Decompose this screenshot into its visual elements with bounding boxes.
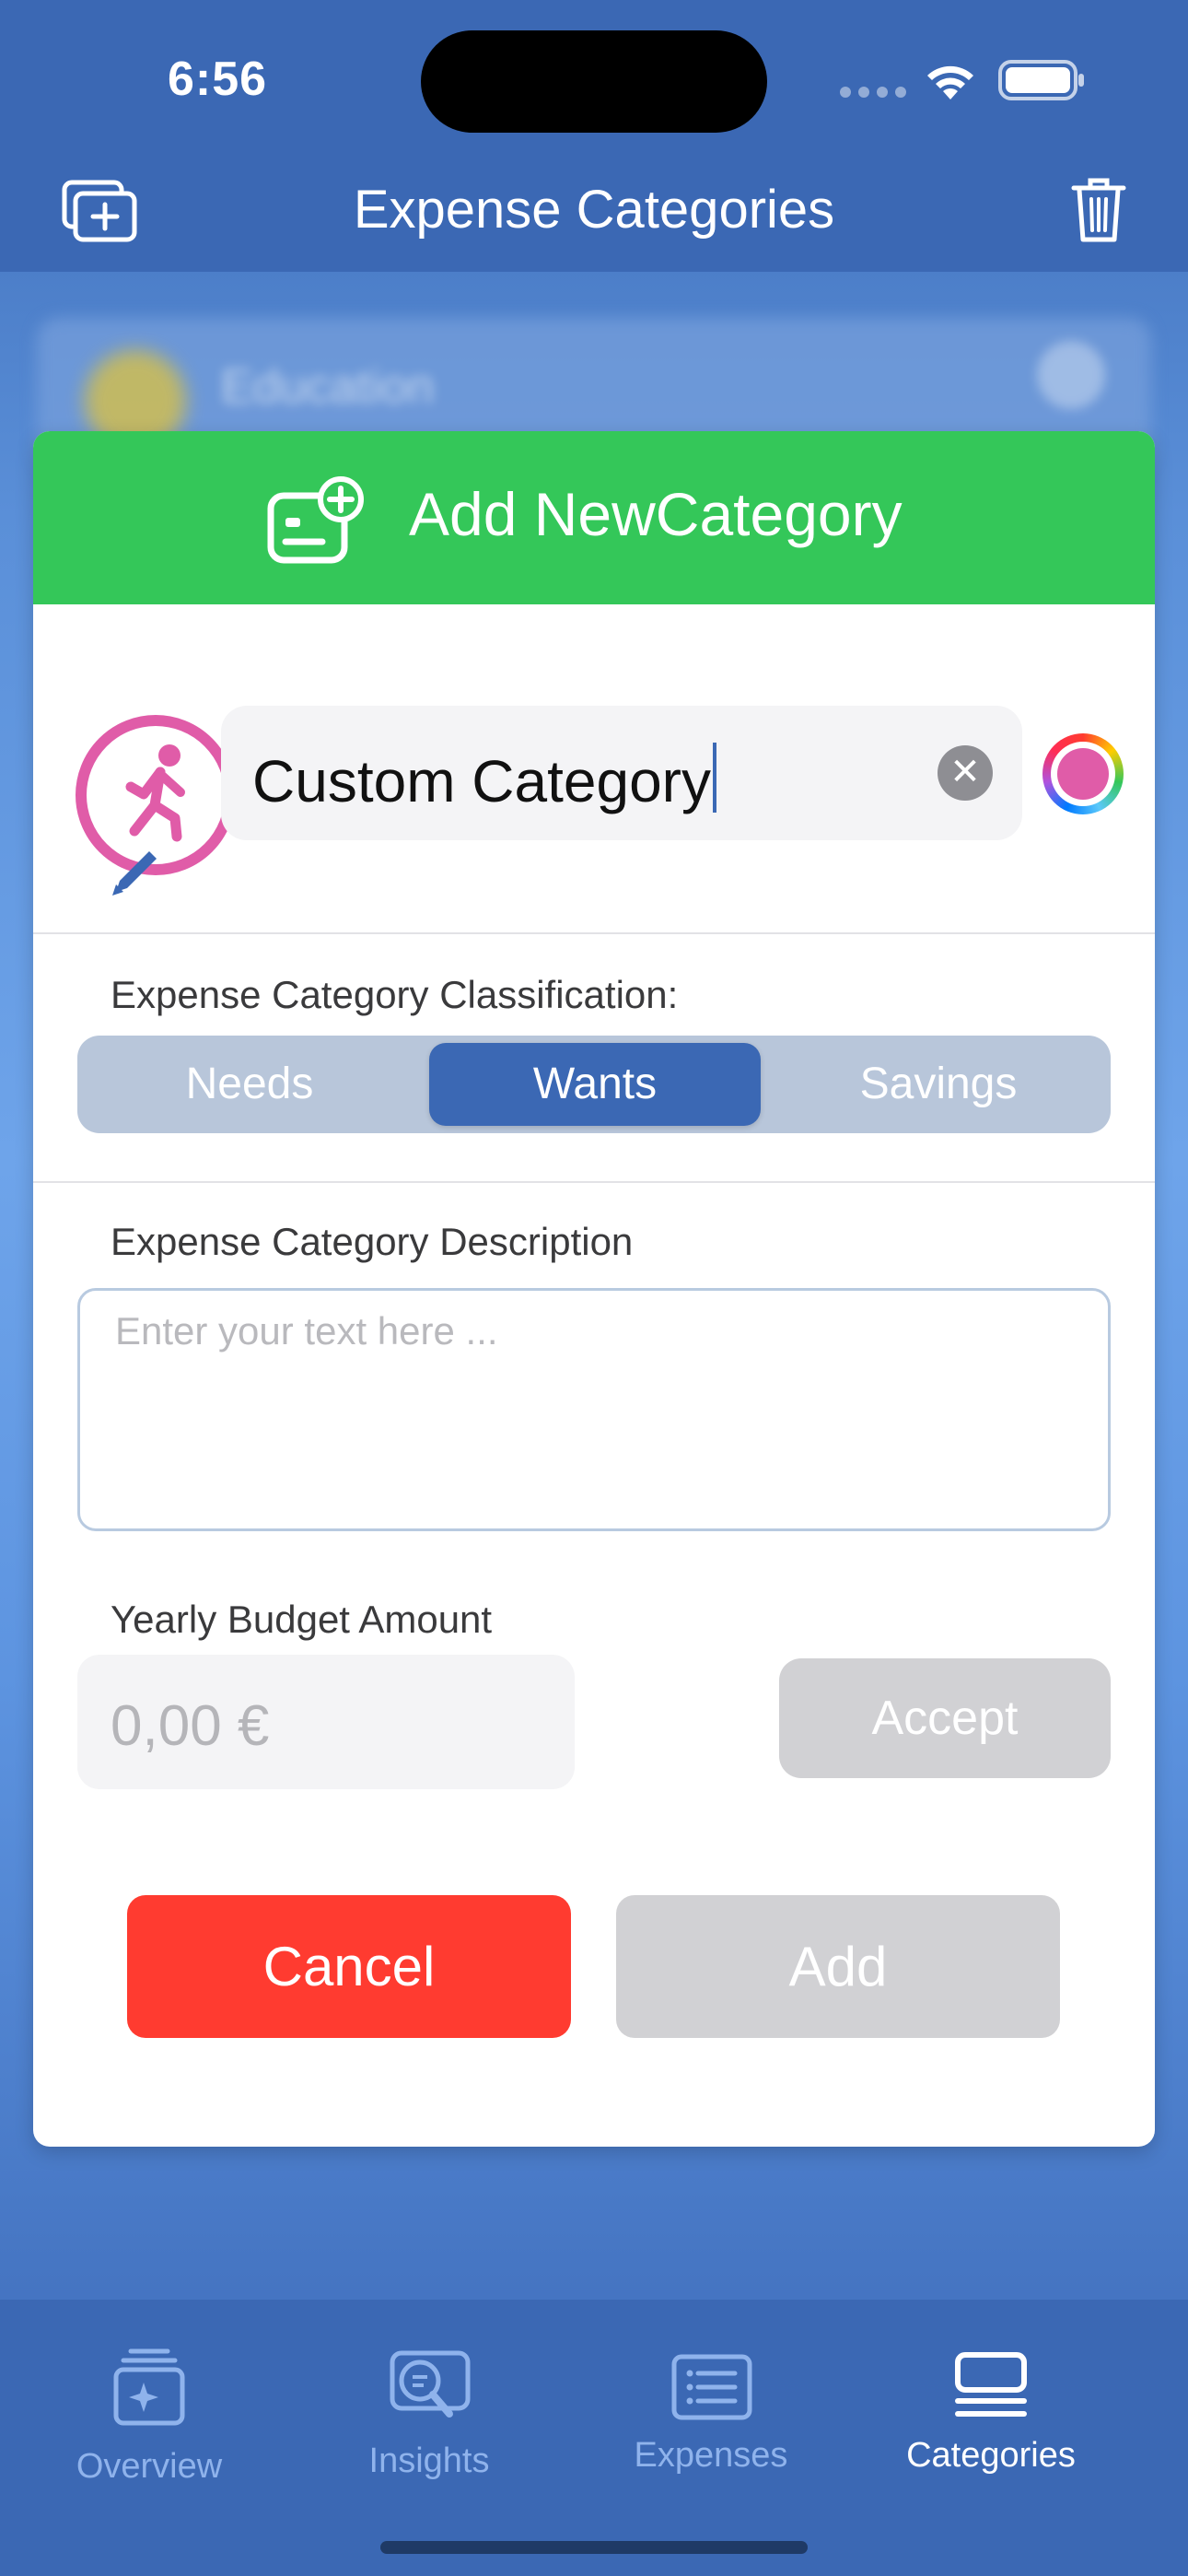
tab-insights-label: Insights [368, 2441, 490, 2480]
divider [33, 1181, 1155, 1183]
tab-categories-label: Categories [906, 2436, 1076, 2475]
background-item-button [1037, 341, 1105, 409]
status-time: 6:56 [168, 53, 268, 106]
tab-overview-label: Overview [76, 2447, 223, 2486]
accept-budget-button[interactable]: Accept [779, 1658, 1111, 1778]
battery-icon [998, 60, 1084, 100]
modal-header: Add NewCategory [33, 431, 1155, 604]
tab-overview[interactable]: Overview [1, 2300, 297, 2502]
tab-insights[interactable]: Insights [281, 2300, 577, 2502]
segment-needs[interactable]: Needs [77, 1036, 422, 1133]
add-button[interactable]: Add [616, 1895, 1060, 2038]
segment-savings[interactable]: Savings [766, 1036, 1111, 1133]
clear-text-button[interactable]: ✕ [938, 745, 993, 801]
modal-title: Add NewCategory [409, 480, 903, 548]
tab-categories[interactable]: Categories [843, 2300, 1139, 2502]
category-name-input[interactable]: Custom Category ✕ [221, 706, 1022, 840]
page-title: Expense Categories [353, 180, 835, 240]
budget-label: Yearly Budget Amount [111, 1598, 493, 1641]
classification-segmented-control: Needs Wants Savings [77, 1036, 1111, 1133]
budget-placeholder: 0,00 € [111, 1694, 270, 1758]
magnifier-chart-icon [390, 2350, 471, 2418]
dynamic-island [421, 30, 767, 133]
segment-wants[interactable]: Wants [429, 1043, 761, 1126]
home-indicator [380, 2541, 808, 2554]
delete-button[interactable] [1070, 175, 1127, 245]
exercise-figure-icon [125, 744, 185, 842]
sparkle-stack-icon [113, 2348, 185, 2426]
edit-icon-button[interactable] [109, 846, 164, 899]
background-item-label: Education [221, 360, 435, 414]
add-card-icon [267, 476, 364, 564]
description-textarea[interactable]: Enter your text here ... [77, 1288, 1111, 1531]
list-card-icon [671, 2354, 752, 2420]
stacked-list-icon [955, 2352, 1027, 2417]
description-placeholder: Enter your text here ... [115, 1309, 498, 1352]
cancel-button[interactable]: Cancel [127, 1895, 571, 2038]
tab-expenses-label: Expenses [634, 2436, 788, 2475]
text-caret [712, 743, 716, 813]
category-name-value: Custom Category [252, 748, 711, 814]
budget-amount-input[interactable]: 0,00 € [77, 1655, 575, 1789]
signal-dots-icon [840, 87, 906, 98]
classification-label: Expense Category Classification: [111, 973, 679, 1016]
selected-color-swatch [1057, 748, 1109, 800]
divider [33, 932, 1155, 934]
tab-expenses[interactable]: Expenses [563, 2300, 859, 2502]
tab-bar: Overview Insights Expenses Categories [0, 2300, 1188, 2576]
color-picker-button[interactable] [1042, 733, 1124, 814]
wifi-icon [927, 65, 973, 100]
description-label: Expense Category Description [111, 1220, 634, 1263]
